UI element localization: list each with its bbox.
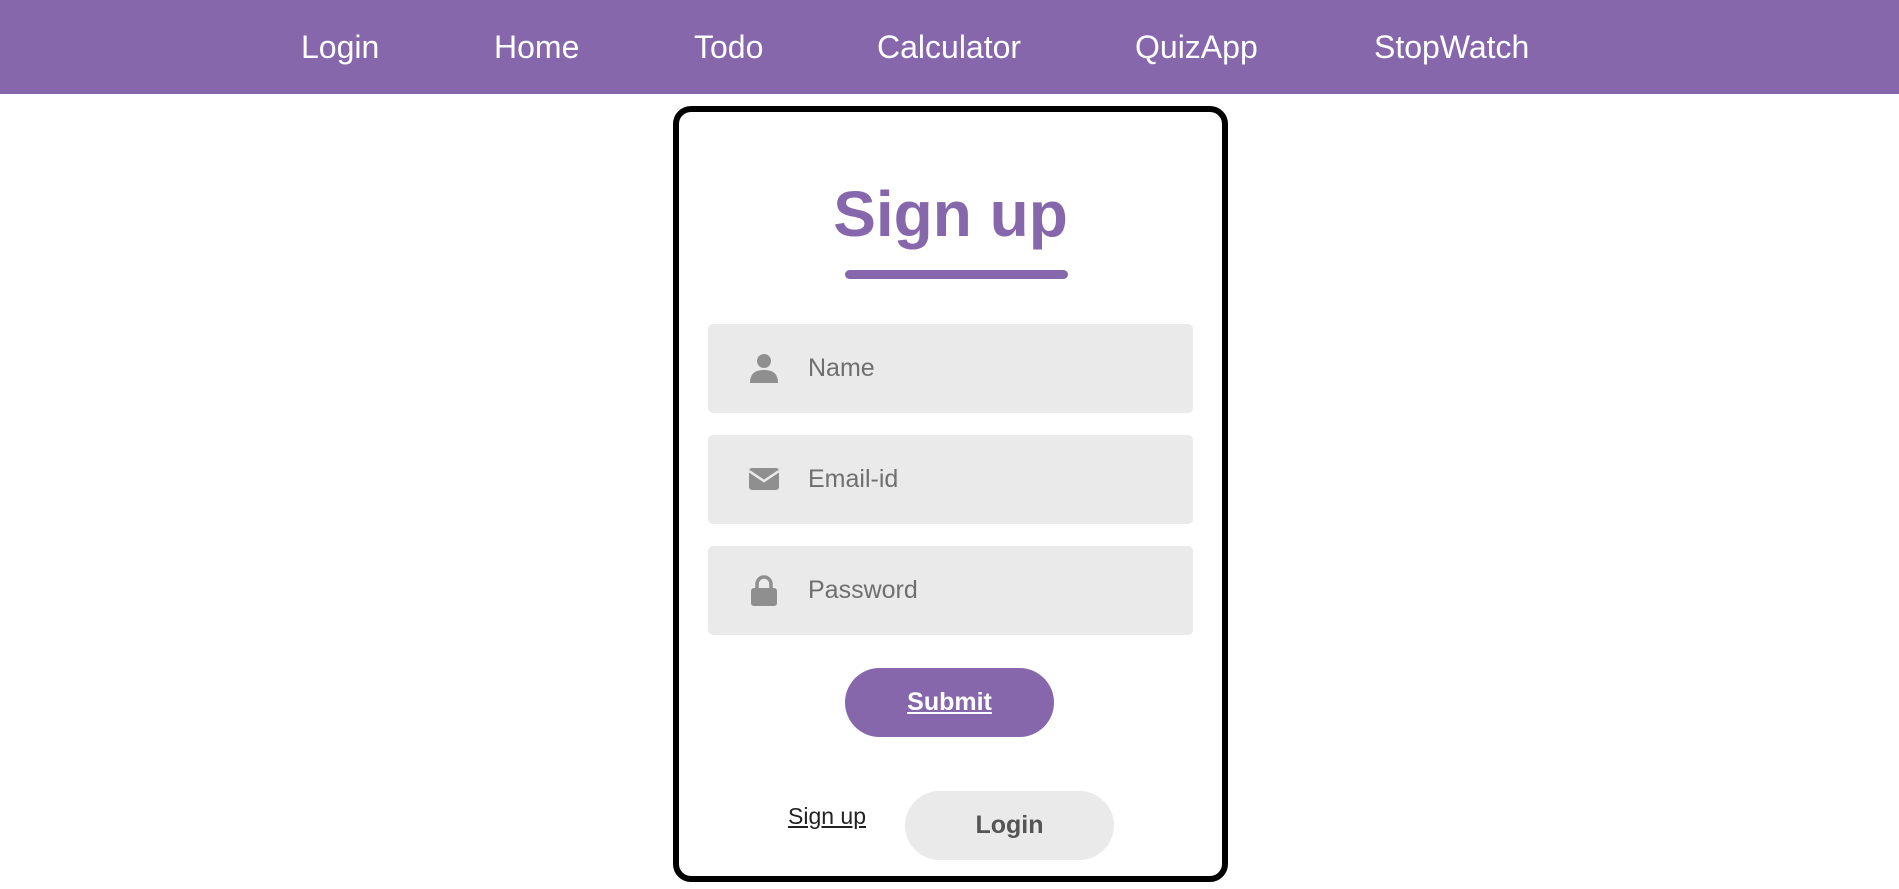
login-button[interactable]: Login [905,791,1114,860]
top-navbar: Login Home Todo Calculator QuizApp StopW… [0,0,1899,94]
nav-login-link[interactable]: Login [301,0,379,94]
email-input[interactable] [808,435,1178,524]
signup-card: Sign up Submit Sign up Logi [673,106,1228,882]
user-icon [748,352,780,384]
form-title: Sign up [833,178,1068,250]
name-field[interactable] [708,324,1193,413]
nav-todo-link[interactable]: Todo [694,0,763,94]
nav-stopwatch-link[interactable]: StopWatch [1374,0,1529,94]
email-field[interactable] [708,435,1193,524]
envelope-icon [748,463,780,495]
lock-icon [748,574,780,606]
nav-quizapp-link[interactable]: QuizApp [1135,0,1258,94]
password-field[interactable] [708,546,1193,635]
nav-home-link[interactable]: Home [494,0,579,94]
signup-link[interactable]: Sign up [788,803,866,830]
submit-button[interactable]: Submit [845,668,1054,737]
password-input[interactable] [808,546,1178,635]
nav-calculator-link[interactable]: Calculator [877,0,1021,94]
name-input[interactable] [808,324,1178,413]
title-underline [845,270,1068,279]
